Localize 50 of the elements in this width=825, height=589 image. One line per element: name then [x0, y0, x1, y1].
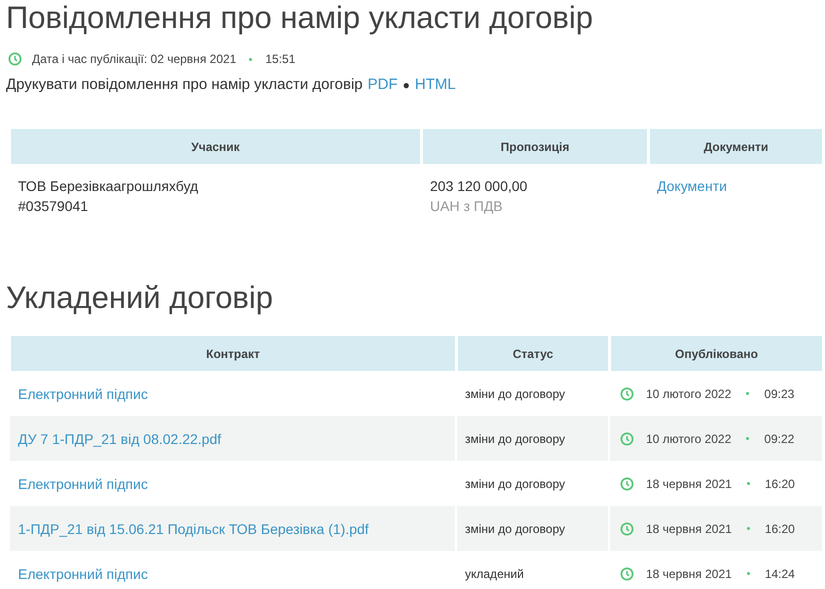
- published-time: 09:22: [764, 430, 794, 448]
- published-date: 10 лютого 2022: [646, 430, 732, 448]
- clock-icon: [8, 52, 22, 66]
- status-text: зміни до договору: [465, 386, 566, 400]
- html-link[interactable]: HTML: [414, 76, 456, 93]
- contract-link[interactable]: Електронний підпис: [18, 566, 148, 582]
- contract-link[interactable]: Електронний підпис: [18, 386, 148, 402]
- column-header: Опубліковано: [610, 336, 822, 371]
- participant-name: ТОВ Березівкаагрошляхбуд: [18, 177, 200, 196]
- offer-currency: UAH з ПДВ: [430, 197, 504, 216]
- status-text: зміни до договору: [465, 432, 566, 446]
- status-text: зміни до договору: [465, 476, 566, 490]
- published-date: 10 лютого 2022: [646, 386, 732, 402]
- status-text: зміни до договору: [465, 522, 566, 536]
- published-time: 16:20: [764, 520, 795, 538]
- pdf-link[interactable]: PDF: [368, 76, 398, 93]
- clock-icon: [620, 522, 634, 536]
- published-time: 09:23: [764, 386, 794, 402]
- status-text: укладений: [465, 566, 524, 580]
- column-header: Пропозиція: [422, 129, 647, 164]
- column-header: Статус: [457, 336, 608, 371]
- published-date: 18 червня 2021: [646, 520, 732, 538]
- clock-icon: [620, 566, 634, 580]
- offer-amount: 203 120 000,00: [430, 177, 528, 196]
- documents-link[interactable]: Документи: [657, 178, 727, 194]
- print-label: Друкувати повідомлення про намір укласти договір: [6, 76, 363, 93]
- published-time: 16:20: [764, 476, 795, 492]
- separator: ●: [402, 78, 410, 92]
- section-title: Укладений договір: [6, 280, 274, 316]
- separator-dot: [249, 58, 252, 60]
- separator-dot: [746, 572, 750, 575]
- clock-icon: [620, 432, 634, 446]
- published-date: 18 червня 2021: [646, 566, 732, 582]
- page-title: Повідомлення про намір укласти договір: [6, 0, 594, 36]
- published-time: 14:24: [764, 566, 795, 582]
- clock-icon: [620, 386, 634, 400]
- separator-dot: [746, 437, 750, 440]
- column-header: Учасник: [10, 129, 420, 164]
- column-header: Контракт: [10, 336, 455, 371]
- clock-icon: [620, 476, 634, 490]
- separator-dot: [746, 392, 750, 395]
- column-header: Документи: [649, 129, 822, 164]
- separator-dot: [746, 527, 750, 530]
- contract-link[interactable]: ДУ 7 1-ПДР_21 від 08.02.22.pdf: [18, 430, 222, 446]
- publication-date: Дата і час публікації: 02 червня 2021: [32, 52, 236, 66]
- contract-link[interactable]: Електронний підпис: [18, 476, 148, 492]
- participant-code: #03579041: [18, 197, 90, 216]
- separator-dot: [746, 482, 750, 485]
- published-date: 18 червня 2021: [646, 476, 732, 492]
- publication-time: 15:51: [265, 52, 296, 66]
